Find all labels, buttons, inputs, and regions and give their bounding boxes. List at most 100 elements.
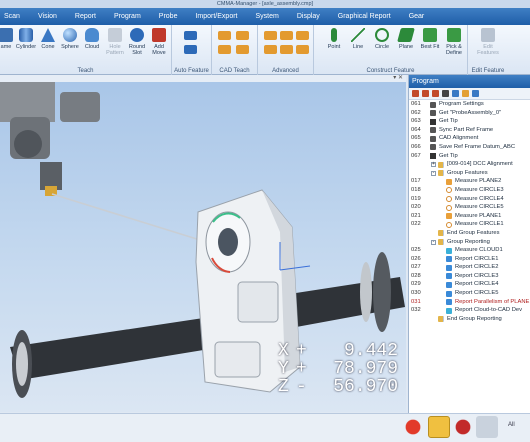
step-icon[interactable] <box>422 90 429 97</box>
menu-system[interactable]: System <box>246 13 287 20</box>
probe-status-icon[interactable] <box>428 416 450 438</box>
expand-toggle-icon[interactable]: + <box>431 162 436 168</box>
program-step[interactable]: 022 Measure CIRCLE1 <box>409 220 530 229</box>
alarm-icon[interactable] <box>452 416 474 438</box>
menu-program[interactable]: Program <box>105 13 150 20</box>
program-step[interactable]: 019 Measure CIRCLE4 <box>409 195 530 204</box>
cad-teach-icon-4[interactable] <box>236 45 249 54</box>
program-step[interactable]: 032 Report Cloud-to-CAD Dev <box>409 306 530 315</box>
program-step[interactable]: 063 Get Tip <box>409 117 530 126</box>
cylinder-button[interactable]: Cylinder <box>14 28 38 50</box>
program-step[interactable]: 027 Report CIRCLE2 <box>409 263 530 272</box>
emergency-stop-icon[interactable] <box>402 416 424 438</box>
circle-button[interactable]: Circle <box>370 28 394 50</box>
circle-icon <box>375 28 389 42</box>
auto-feature-icon-2[interactable] <box>184 45 197 54</box>
sphere-button[interactable]: Sphere <box>58 28 82 50</box>
advanced-icon-4[interactable] <box>264 45 277 54</box>
advanced-icon-3[interactable] <box>296 31 309 40</box>
breakpoint-icon[interactable] <box>442 90 449 97</box>
cad-teach-icon-3[interactable] <box>218 45 231 54</box>
program-step[interactable]: 031 Report Parallelism of PLANE <box>409 297 530 307</box>
cyan-icon <box>446 307 452 314</box>
hole-pattern-button[interactable]: Hole Pattern <box>103 28 127 56</box>
program-step[interactable]: 067 Get Tip <box>409 152 530 161</box>
program-step[interactable]: + [009-014] DCC Alignment <box>409 160 530 169</box>
settings-icon[interactable] <box>452 90 459 97</box>
program-step[interactable]: 026 Report CIRCLE1 <box>409 255 530 264</box>
step-label: Report CIRCLE1 <box>455 255 499 262</box>
program-step[interactable]: - Group Features <box>409 169 530 178</box>
cloud-button[interactable]: Cloud <box>80 28 104 50</box>
edit-features-icon <box>481 28 495 42</box>
line-button[interactable]: Line <box>346 28 370 50</box>
hole-pattern-icon <box>108 28 122 42</box>
step-number: 021 <box>411 212 421 219</box>
cloud-icon <box>85 28 99 42</box>
step-label: Report Parallelism of PLANE <box>455 298 530 305</box>
cad-viewport[interactable]: X +9.442 Y +78.979 Z -56.970 <box>0 82 406 412</box>
menu-probe[interactable]: Probe <box>150 13 187 20</box>
program-step[interactable]: - Group Reporting <box>409 238 530 247</box>
plane-button[interactable]: Plane <box>394 28 418 50</box>
step-label: Program Settings <box>439 101 484 107</box>
rep-icon <box>446 264 452 271</box>
menu-gear[interactable]: Gear <box>400 13 434 20</box>
step-label: End Group Features <box>447 229 500 236</box>
program-step[interactable]: End Group Reporting <box>409 315 530 324</box>
program-step[interactable]: 065 CAD Alignment <box>409 134 530 143</box>
best-fit-button[interactable]: Best Fit <box>418 28 442 50</box>
stop-icon[interactable] <box>412 90 419 97</box>
program-step[interactable]: 017 Measure PLANE2 <box>409 177 530 186</box>
step-number: 018 <box>411 186 421 193</box>
probe-stylus <box>51 193 201 241</box>
program-step[interactable]: 066 Save Ref Frame Datum_ABC <box>409 143 530 152</box>
gen-icon <box>430 144 436 151</box>
plane-construct-icon <box>397 28 415 42</box>
advanced-icon-6[interactable] <box>296 45 309 54</box>
menu-graphical-report[interactable]: Graphical Report <box>329 13 400 20</box>
round-slot-button[interactable]: Round Slot <box>125 28 149 56</box>
advanced-icon-2[interactable] <box>280 31 293 40</box>
edit-features-button[interactable]: Edit Features <box>476 28 500 56</box>
program-step[interactable]: 062 Get "ProbeAssembly_0" <box>409 109 530 118</box>
program-step[interactable]: 030 Report CIRCLE5 <box>409 289 530 298</box>
menu-scan[interactable]: Scan <box>0 13 29 20</box>
add-move-button[interactable]: Add Move <box>147 28 171 56</box>
pick-define-button[interactable]: Pick & Define <box>442 28 466 56</box>
advanced-icon-1[interactable] <box>264 31 277 40</box>
gen-icon <box>430 101 436 108</box>
expand-toggle-icon[interactable]: - <box>431 239 436 245</box>
cad-teach-icon-1[interactable] <box>218 31 231 40</box>
program-step[interactable]: 064 Sync Part Ref Frame <box>409 126 530 135</box>
expand-toggle-icon[interactable]: - <box>431 170 436 176</box>
advanced-icon-5[interactable] <box>280 45 293 54</box>
cad-teach-icon-2[interactable] <box>236 31 249 40</box>
menu-vision[interactable]: Vision <box>29 13 66 20</box>
play-icon[interactable] <box>432 90 439 97</box>
viewport-close-icon[interactable]: ▾ ✕ <box>393 75 403 82</box>
tool-status-icon[interactable] <box>476 416 498 438</box>
auto-feature-icon-1[interactable] <box>184 31 197 40</box>
menu-import-export[interactable]: Import/Export <box>186 13 246 20</box>
program-step[interactable]: 021 Measure PLANE1 <box>409 212 530 221</box>
gen-icon <box>430 127 436 134</box>
step-label: Group Features <box>447 169 488 176</box>
program-step[interactable]: End Group Features <box>409 229 530 238</box>
rep-icon <box>446 256 452 263</box>
cone-button[interactable]: Cone <box>36 28 60 50</box>
program-step[interactable]: 028 Report CIRCLE3 <box>409 272 530 281</box>
program-step[interactable]: 029 Report CIRCLE4 <box>409 280 530 289</box>
program-step[interactable]: 061 Program Settings <box>409 100 530 109</box>
program-step[interactable]: 025 Measure CLOUD1 <box>409 246 530 255</box>
step-number: 017 <box>411 178 421 185</box>
menu-display[interactable]: Display <box>288 13 329 20</box>
program-step[interactable]: 020 Measure CIRCLE5 <box>409 203 530 212</box>
filter-icon[interactable] <box>472 90 479 97</box>
menu-report[interactable]: Report <box>66 13 105 20</box>
step-label: Report CIRCLE3 <box>455 272 499 279</box>
point-button[interactable]: Point <box>322 28 346 50</box>
refresh-icon[interactable] <box>462 90 469 97</box>
program-step[interactable]: 018 Measure CIRCLE3 <box>409 186 530 195</box>
step-label: Measure CLOUD1 <box>455 247 503 254</box>
